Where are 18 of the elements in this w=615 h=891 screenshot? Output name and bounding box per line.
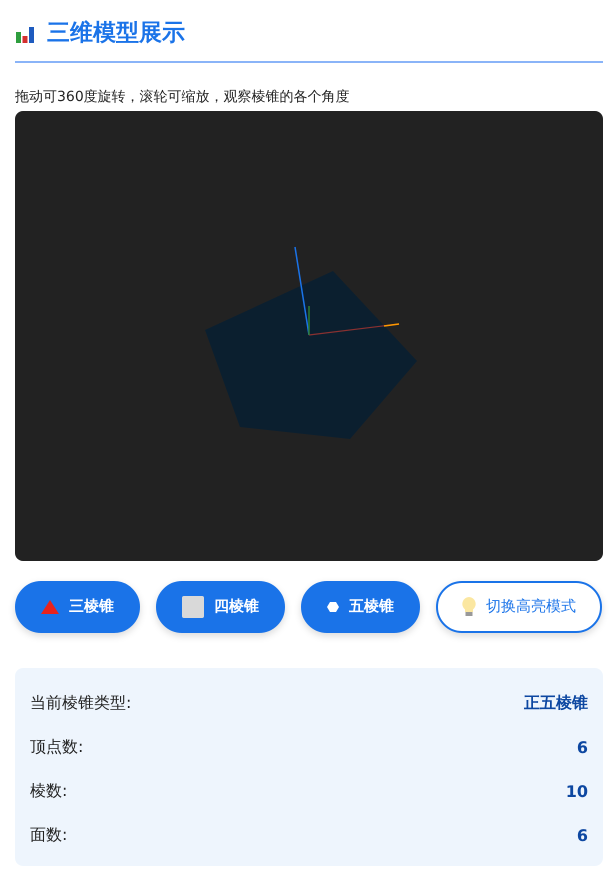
info-label: 当前棱锥类型: xyxy=(30,693,132,714)
pyramid-button[interactable]: 四棱锥 xyxy=(156,580,285,633)
info-label: 顶点数: xyxy=(30,737,84,758)
info-value: 10 xyxy=(566,782,588,802)
info-value: 正五棱锥 xyxy=(524,693,588,714)
page-title: 三维模型展示 xyxy=(47,19,185,48)
square-icon xyxy=(182,596,204,618)
info-label: 面数: xyxy=(30,825,68,846)
info-value: 6 xyxy=(576,738,588,758)
info-value: 6 xyxy=(576,826,588,846)
hexagon-icon xyxy=(327,602,339,612)
pyramid-button[interactable]: 五棱锥 xyxy=(301,580,420,633)
light-bulb-icon xyxy=(462,596,476,617)
hint-text: 拖动可360度旋转，滚轮可缩放，观察棱锥的各个角度 xyxy=(15,88,351,107)
pyramid-button[interactable]: 切换高亮模式 xyxy=(436,580,602,633)
info-label: 棱数: xyxy=(30,781,68,802)
triangle-icon xyxy=(41,600,59,614)
pyramid-button[interactable]: 三棱锥 xyxy=(15,580,140,633)
